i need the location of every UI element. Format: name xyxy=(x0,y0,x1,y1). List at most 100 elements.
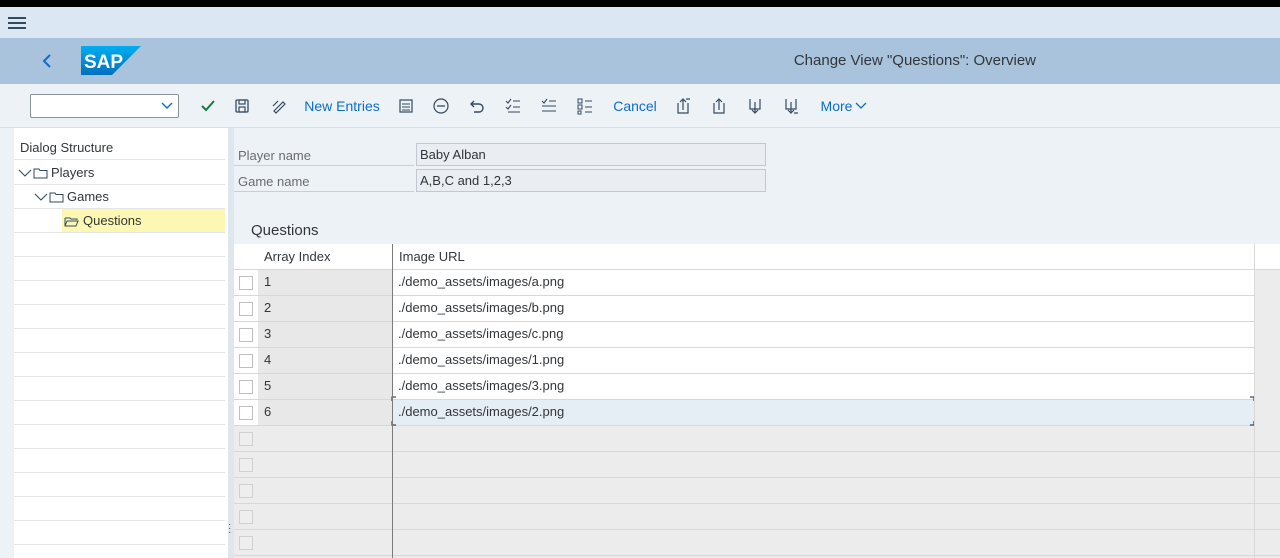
next-page-icon xyxy=(749,99,761,114)
row-selector xyxy=(234,270,258,296)
copy-icon xyxy=(399,99,413,113)
undo-button[interactable] xyxy=(467,94,487,118)
back-button[interactable] xyxy=(38,50,58,72)
page-title: Change View "Questions": Overview xyxy=(793,52,1036,69)
more-button[interactable]: More xyxy=(818,94,870,118)
empty-row xyxy=(14,377,225,401)
row-checkbox[interactable] xyxy=(239,302,253,316)
chevron-down-icon xyxy=(855,102,867,109)
first-page-button[interactable] xyxy=(673,94,693,118)
row-selector xyxy=(234,400,258,426)
expand-chevron-icon[interactable] xyxy=(34,192,48,202)
array-index-cell: 5 xyxy=(258,374,392,400)
empty-table-row xyxy=(234,504,1280,530)
select-all-button[interactable] xyxy=(503,94,523,118)
player-name-field: Baby Alban xyxy=(416,143,766,166)
empty-table-row xyxy=(234,478,1280,504)
empty-table-row xyxy=(234,426,1280,452)
first-page-icon xyxy=(677,98,690,114)
empty-row xyxy=(14,473,225,497)
new-entries-button[interactable]: New Entries xyxy=(304,94,379,118)
expand-chevron-icon[interactable] xyxy=(18,168,32,178)
display-change-button[interactable] xyxy=(268,94,290,118)
image-url-cell[interactable]: ./demo_assets/images/c.png xyxy=(392,322,1254,348)
row-checkbox xyxy=(239,432,253,446)
tree-item-players[interactable]: Players xyxy=(14,161,225,185)
tree-item-questions[interactable]: Questions xyxy=(14,209,225,233)
column-divider xyxy=(1254,244,1255,558)
row-checkbox[interactable] xyxy=(239,406,253,420)
array-index-cell: 4 xyxy=(258,348,392,374)
next-page-button[interactable] xyxy=(745,94,765,118)
game-name-label: Game name xyxy=(234,170,414,192)
hamburger-menu-icon[interactable] xyxy=(8,15,26,31)
empty-row xyxy=(14,257,225,281)
more-label: More xyxy=(820,98,853,114)
empty-row xyxy=(14,425,225,449)
array-index-cell: 3 xyxy=(258,322,392,348)
image-url-cell[interactable]: ./demo_assets/images/a.png xyxy=(392,270,1254,296)
empty-row xyxy=(14,329,225,353)
tree-item-label: Questions xyxy=(83,213,142,228)
row-checkbox xyxy=(239,484,253,498)
open-folder-icon xyxy=(64,217,79,226)
shell-bar: SAP Change View "Questions": Overview xyxy=(0,38,1280,84)
row-checkbox xyxy=(239,458,253,472)
questions-table: Array Index Image URL 1 ./demo_assets/im… xyxy=(234,244,1280,558)
image-url-cell[interactable]: ./demo_assets/images/b.png xyxy=(392,296,1254,322)
empty-row xyxy=(14,281,225,305)
folder-icon xyxy=(33,168,48,178)
column-header-image-url[interactable]: Image URL xyxy=(392,244,1254,270)
column-header-filler xyxy=(1254,244,1280,270)
image-url-cell[interactable]: ./demo_assets/images/1.png xyxy=(392,348,1254,374)
delete-button[interactable] xyxy=(431,94,451,118)
dialog-structure-panel: Dialog Structure Players Games Questions xyxy=(0,128,228,558)
previous-page-icon xyxy=(713,98,725,114)
row-checkbox[interactable] xyxy=(239,276,253,290)
deselect-all-icon xyxy=(577,98,592,115)
chevron-down-icon xyxy=(161,102,173,109)
splitter-handle-icon[interactable]: · · · xyxy=(228,520,232,538)
previous-page-button[interactable] xyxy=(709,94,729,118)
tree-item-games[interactable]: Games xyxy=(14,185,225,209)
last-page-button[interactable] xyxy=(781,94,801,118)
dialog-structure-header: Dialog Structure xyxy=(14,136,225,160)
game-name-field: A,B,C and 1,2,3 xyxy=(416,169,766,192)
row-selector xyxy=(234,374,258,400)
row-checkbox[interactable] xyxy=(239,354,253,368)
empty-row xyxy=(14,353,225,377)
row-selector xyxy=(234,322,258,348)
deselect-all-button[interactable] xyxy=(575,94,595,118)
row-checkbox[interactable] xyxy=(239,328,253,342)
minus-circle-icon xyxy=(433,98,449,114)
confirm-button[interactable] xyxy=(198,94,218,118)
last-page-icon xyxy=(785,99,798,114)
tree-item-label: Games xyxy=(67,189,109,204)
application-toolbar: New Entries Cancel More xyxy=(0,84,1280,128)
table-title: Questions xyxy=(251,222,319,239)
row-checkbox xyxy=(239,536,253,550)
tree-item-label: Players xyxy=(51,165,95,180)
row-selector-header[interactable] xyxy=(234,244,258,270)
array-index-cell: 2 xyxy=(258,296,392,322)
empty-row xyxy=(14,497,225,521)
undo-icon xyxy=(470,100,484,113)
row-selector xyxy=(234,296,258,322)
select-block-icon xyxy=(541,98,556,112)
empty-row xyxy=(14,521,225,545)
command-field-select[interactable] xyxy=(30,94,179,118)
svg-text:SAP: SAP xyxy=(84,52,123,73)
empty-row xyxy=(14,449,225,473)
row-selector xyxy=(234,348,258,374)
chevron-left-icon xyxy=(42,54,51,68)
select-block-button[interactable] xyxy=(539,94,559,118)
menu-bar xyxy=(0,7,1280,38)
cancel-button[interactable]: Cancel xyxy=(613,94,657,118)
copy-as-button[interactable] xyxy=(396,94,416,118)
column-divider xyxy=(392,244,393,558)
save-button[interactable] xyxy=(232,94,252,118)
row-checkbox[interactable] xyxy=(239,380,253,394)
focus-corners xyxy=(391,396,1255,426)
column-header-array-index[interactable]: Array Index xyxy=(258,244,392,270)
empty-row xyxy=(14,233,225,257)
